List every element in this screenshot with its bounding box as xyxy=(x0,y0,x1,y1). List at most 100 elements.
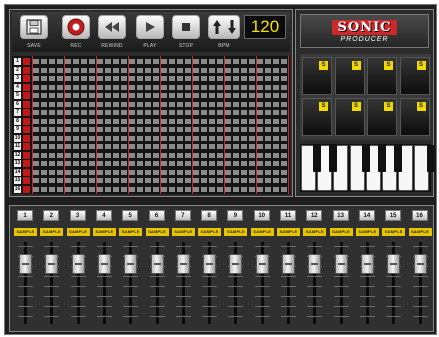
step-cell[interactable] xyxy=(49,67,55,73)
step-cell[interactable] xyxy=(225,186,231,192)
step-cell[interactable] xyxy=(257,76,263,81)
step-cell[interactable] xyxy=(177,144,183,149)
step-cell[interactable] xyxy=(41,186,47,192)
step-cell[interactable] xyxy=(201,118,207,124)
step-cell[interactable] xyxy=(57,161,63,166)
drum-pad[interactable]: S xyxy=(302,57,332,95)
step-cell[interactable] xyxy=(193,135,199,141)
volume-fader[interactable] xyxy=(19,254,32,275)
step-cell[interactable] xyxy=(89,118,95,124)
step-cell[interactable] xyxy=(281,178,287,183)
step-cell[interactable] xyxy=(41,59,47,64)
drum-pad[interactable]: S xyxy=(399,57,430,95)
piano-black-key[interactable] xyxy=(329,145,338,172)
step-cell[interactable] xyxy=(265,152,271,158)
step-cell[interactable] xyxy=(33,101,39,107)
step-cell[interactable] xyxy=(129,186,135,192)
stop-button[interactable]: STOP xyxy=(172,15,200,49)
step-cell[interactable] xyxy=(233,135,239,141)
step-cell[interactable] xyxy=(209,101,215,107)
step-cell[interactable] xyxy=(145,110,151,115)
step-cell[interactable] xyxy=(129,110,135,115)
step-cell[interactable] xyxy=(41,118,47,124)
step-cell[interactable] xyxy=(169,135,175,141)
step-cell[interactable] xyxy=(65,110,71,115)
step-cell[interactable] xyxy=(137,67,143,73)
step-cell[interactable] xyxy=(217,93,223,98)
step-cell[interactable] xyxy=(145,186,151,192)
step-cell[interactable] xyxy=(129,161,135,166)
step-cell[interactable] xyxy=(97,135,103,141)
step-cell[interactable] xyxy=(225,84,231,90)
step-cell[interactable] xyxy=(121,127,127,132)
step-cell[interactable] xyxy=(201,161,207,166)
step-cell[interactable] xyxy=(89,59,95,64)
step-cell[interactable] xyxy=(81,118,87,124)
step-cell[interactable] xyxy=(113,127,119,132)
step-cell[interactable] xyxy=(65,169,71,175)
step-cell[interactable] xyxy=(193,84,199,90)
step-cell[interactable] xyxy=(121,169,127,175)
step-cell[interactable] xyxy=(201,135,207,141)
step-cell[interactable] xyxy=(225,169,231,175)
channel-sample-button[interactable]: SAMPLE xyxy=(329,228,353,236)
step-cell[interactable] xyxy=(33,161,39,166)
step-cell[interactable] xyxy=(217,67,223,73)
step-cell[interactable] xyxy=(185,152,191,158)
step-cell[interactable] xyxy=(121,93,127,98)
step-cell[interactable] xyxy=(145,93,151,98)
step-cell[interactable] xyxy=(233,178,239,183)
step-cell[interactable] xyxy=(177,118,183,124)
step-cell[interactable] xyxy=(105,186,111,192)
rewind-button[interactable]: REWIND xyxy=(98,15,126,49)
step-cell[interactable] xyxy=(241,135,247,141)
step-cell[interactable] xyxy=(41,76,47,81)
step-cell[interactable] xyxy=(193,67,199,73)
step-cell[interactable] xyxy=(121,59,127,64)
step-cell[interactable] xyxy=(177,135,183,141)
step-cell[interactable] xyxy=(233,101,239,107)
step-cell[interactable] xyxy=(97,186,103,192)
step-cell[interactable] xyxy=(65,127,71,132)
step-cell[interactable] xyxy=(249,118,255,124)
step-cell[interactable] xyxy=(201,59,207,64)
step-cell[interactable] xyxy=(249,169,255,175)
step-cell[interactable] xyxy=(233,169,239,175)
step-cell[interactable] xyxy=(177,59,183,64)
channel-sample-button[interactable]: SAMPLE xyxy=(92,228,116,236)
step-cell[interactable] xyxy=(33,152,39,158)
step-cell[interactable] xyxy=(193,186,199,192)
step-cell[interactable] xyxy=(73,135,79,141)
channel-sample-button[interactable]: SAMPLE xyxy=(171,228,195,236)
step-cell[interactable] xyxy=(65,161,71,166)
step-cell[interactable] xyxy=(129,144,135,149)
step-cell[interactable] xyxy=(225,161,231,166)
step-cell[interactable] xyxy=(265,67,271,73)
step-cell[interactable] xyxy=(225,127,231,132)
step-cell[interactable] xyxy=(97,59,103,64)
step-cell[interactable] xyxy=(129,67,135,73)
step-cell[interactable] xyxy=(153,110,159,115)
step-cell[interactable] xyxy=(129,169,135,175)
step-cell[interactable] xyxy=(201,169,207,175)
step-cell[interactable] xyxy=(153,93,159,98)
step-cell[interactable] xyxy=(33,76,39,81)
step-cell[interactable] xyxy=(201,127,207,132)
step-cell[interactable] xyxy=(113,101,119,107)
step-cell[interactable] xyxy=(145,84,151,90)
step-cell[interactable] xyxy=(233,118,239,124)
step-cell[interactable] xyxy=(225,152,231,158)
step-cell[interactable] xyxy=(241,93,247,98)
step-cell[interactable] xyxy=(161,186,167,192)
step-cell[interactable] xyxy=(137,152,143,158)
step-cell[interactable] xyxy=(65,67,71,73)
step-cell[interactable] xyxy=(241,76,247,81)
step-cell[interactable] xyxy=(49,144,55,149)
step-cell[interactable] xyxy=(225,144,231,149)
step-cell[interactable] xyxy=(97,118,103,124)
step-cell[interactable] xyxy=(265,76,271,81)
step-cell[interactable] xyxy=(209,178,215,183)
step-cell[interactable] xyxy=(73,178,79,183)
step-cell[interactable] xyxy=(57,84,63,90)
step-cell[interactable] xyxy=(201,144,207,149)
